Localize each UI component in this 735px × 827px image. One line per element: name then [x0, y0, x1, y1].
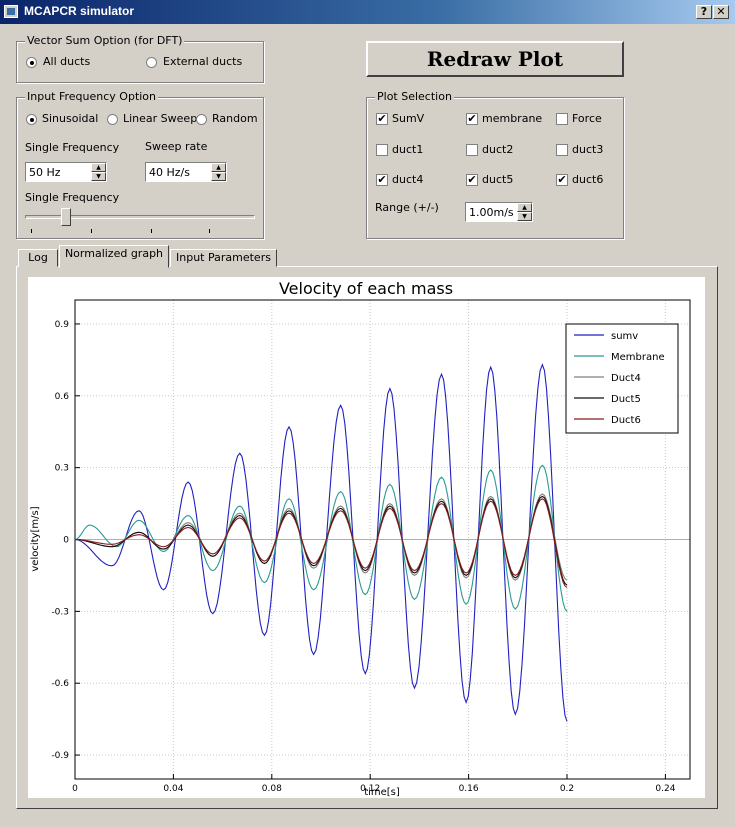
x-tick-label: 0.08 — [262, 784, 282, 794]
x-tick-label: 0.04 — [163, 784, 183, 794]
series-line-sumv — [74, 363, 568, 722]
y-tick-label: -0.9 — [51, 751, 69, 761]
y-axis-label: velocity[m/s] — [30, 506, 41, 571]
y-tick-label: 0.3 — [55, 464, 69, 474]
legend-label: Duct5 — [611, 394, 641, 405]
tab-normalized-graph[interactable]: Normalized graph — [59, 245, 169, 268]
x-tick-label: 0.16 — [459, 784, 479, 794]
x-tick-label: 0.12 — [360, 784, 380, 794]
y-tick-label: -0.6 — [51, 679, 69, 689]
legend-label: Membrane — [611, 352, 665, 363]
y-tick-label: -0.3 — [51, 607, 69, 617]
x-tick-label: 0.2 — [560, 784, 574, 794]
x-tick-label: 0.24 — [655, 784, 675, 794]
y-tick-label: 0.6 — [55, 392, 70, 402]
legend-label: Duct4 — [611, 373, 641, 384]
x-tick-label: 0 — [72, 784, 78, 794]
legend-label: sumv — [611, 331, 638, 342]
legend-label: Duct6 — [611, 415, 641, 426]
y-tick-label: 0 — [63, 536, 69, 546]
chart-title: Velocity of each mass — [279, 279, 453, 298]
y-tick-label: 0.9 — [55, 320, 70, 330]
velocity-chart: Velocity of each mass time[s] velocity[m… — [30, 279, 691, 798]
